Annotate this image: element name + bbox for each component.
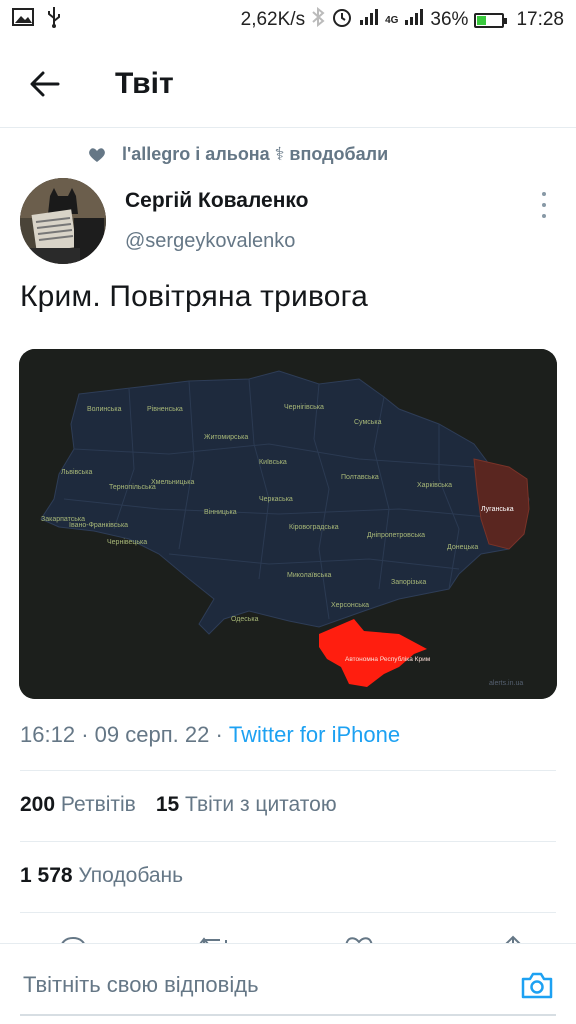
- quotes-label: Твіти з цитатою: [185, 793, 337, 816]
- page-title: Твіт: [115, 66, 174, 100]
- camera-button[interactable]: [520, 970, 554, 1005]
- divider: [20, 841, 556, 842]
- label-lvivska: Львівська: [61, 468, 93, 476]
- label-volynska: Волинська: [87, 406, 122, 413]
- retweets-label: Ретвітів: [60, 793, 136, 816]
- battery-percent: 36%: [430, 9, 469, 30]
- label-odeska: Одеська: [231, 616, 259, 623]
- quotes-count: 15: [155, 793, 180, 816]
- gallery-notification-icon: [12, 8, 34, 32]
- status-bar: 2,62K/s 4G 36% 17:28: [0, 0, 576, 40]
- tweet-time: 16:12: [20, 722, 76, 747]
- label-kharkivska: Харківська: [417, 481, 452, 489]
- label-ternopilska: Тернопільська: [109, 483, 156, 491]
- divider: [20, 912, 556, 913]
- network-speed: 2,62K/s: [240, 9, 306, 30]
- label-chernivetska: Чернівецька: [107, 538, 147, 546]
- bluetooth-icon: [311, 6, 325, 33]
- label-kyivska: Київська: [259, 459, 287, 466]
- retweets-stat[interactable]: 200 Ретвітів: [20, 793, 136, 817]
- label-poltavska: Полтавська: [341, 474, 379, 481]
- tweet-date: 09 серп. 22: [94, 722, 210, 747]
- alarm-icon: [331, 6, 353, 34]
- divider: [20, 770, 556, 771]
- arrow-left-icon: [30, 71, 60, 96]
- top-app-bar: Твіт: [0, 40, 576, 128]
- likes-count: 1 578: [20, 864, 73, 887]
- more-vertical-icon: [542, 192, 546, 196]
- likes-label: Уподобань: [78, 864, 184, 887]
- back-button[interactable]: [0, 40, 90, 128]
- meta-separator: ·: [81, 722, 89, 747]
- label-kirovohradska: Кіровоградська: [289, 523, 339, 531]
- tweet-meta: 16:12 · 09 серп. 22 · Twitter for iPhone: [20, 722, 400, 748]
- label-crimea: Автономна Республіка Крим: [345, 655, 431, 663]
- label-dnipropetrovska: Дніпропетровська: [367, 531, 425, 539]
- more-options-button[interactable]: [528, 190, 560, 220]
- network-type-label: 4G: [385, 14, 399, 26]
- reply-input[interactable]: Твітніть свою відповідь: [23, 972, 259, 998]
- battery-icon: [474, 12, 508, 28]
- label-zaporizka: Запорізька: [391, 578, 426, 586]
- reply-input-underline: [20, 1014, 556, 1016]
- camera-icon: [521, 972, 553, 999]
- label-zhytomyrska: Житомирська: [204, 434, 248, 441]
- author-name[interactable]: Сергій Коваленко: [125, 189, 308, 213]
- label-mykolaivska: Миколаївська: [287, 572, 332, 579]
- ukraine-alert-map: Волинська Рівненська Житомирська Київськ…: [19, 349, 557, 699]
- label-donetska: Донецька: [447, 544, 478, 551]
- signal-icon-2: [404, 8, 424, 32]
- likes-stat[interactable]: 1 578 Уподобань: [20, 864, 183, 888]
- label-khmelnytska: Хмельницька: [151, 479, 195, 486]
- quotes-stat[interactable]: 15 Твіти з цитатою: [156, 793, 337, 817]
- label-chernihivska: Чернігівська: [284, 403, 324, 411]
- heart-icon: [89, 147, 105, 162]
- usb-icon: [46, 6, 62, 34]
- meta-separator-2: ·: [215, 722, 223, 747]
- reply-composer: Твітніть свою відповідь: [0, 943, 576, 1024]
- clock: 17:28: [516, 9, 564, 30]
- engagement-stats: 200 Ретвітів 15 Твіти з цитатою: [20, 793, 337, 817]
- tweet-text: Крим. Повітряна тривога: [20, 280, 369, 313]
- label-khersonska: Херсонська: [331, 602, 369, 609]
- tweet-source-link[interactable]: Twitter for iPhone: [229, 722, 400, 747]
- map-watermark: alerts.in.ua: [489, 680, 523, 687]
- label-ivano-frankivska: Івано-Франківська: [69, 521, 128, 529]
- retweets-count: 200: [20, 793, 56, 816]
- author-handle[interactable]: @sergeykovalenko: [125, 230, 295, 253]
- avatar[interactable]: [20, 178, 106, 264]
- label-sumska: Сумська: [354, 419, 382, 426]
- social-context-text: l'allegro і альона ⚕ вподобали: [122, 144, 389, 164]
- label-luhansk: Луганська: [481, 506, 514, 513]
- signal-icon: [359, 8, 379, 32]
- social-context[interactable]: l'allegro і альона ⚕ вподобали: [88, 144, 388, 165]
- label-vinnytska: Вінницька: [204, 508, 237, 516]
- label-rivnenska: Рівненська: [147, 405, 183, 413]
- tweet-media-map[interactable]: Волинська Рівненська Житомирська Київськ…: [19, 349, 557, 699]
- label-cherkaska: Черкаська: [259, 496, 293, 503]
